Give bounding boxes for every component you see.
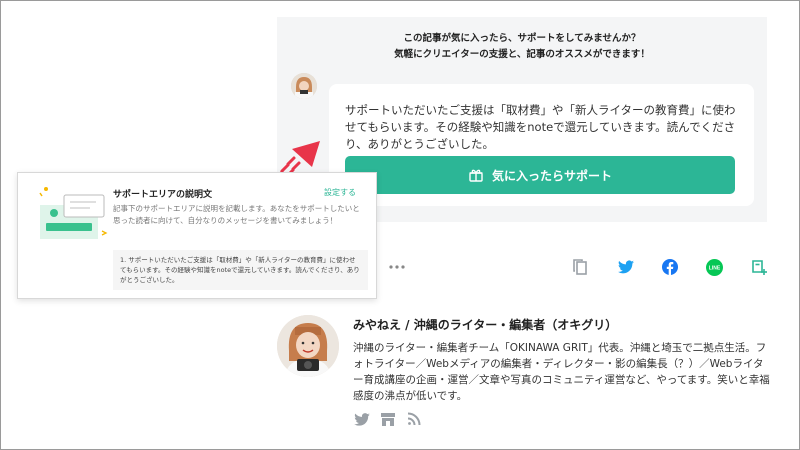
line-icon[interactable]: LINE <box>704 257 724 277</box>
author-mini-avatar[interactable] <box>291 73 317 99</box>
twitter-icon[interactable] <box>353 410 371 428</box>
support-heading-line2: 気軽にクリエイターの支援と、記事のオススメができます！ <box>394 49 650 60</box>
rss-icon[interactable] <box>405 410 423 428</box>
author-name[interactable]: みやねえ / 沖縄のライター・編集者（オキグリ） <box>353 316 617 333</box>
description-setting-link[interactable]: 設定する <box>324 187 356 198</box>
store-icon[interactable] <box>379 410 397 428</box>
description-title: サポートエリアの説明文 <box>113 190 213 200</box>
support-heading: この記事が気に入ったら、サポートをしてみませんか？ 気軽にクリエイターの支援と、… <box>277 31 767 63</box>
author-bio: 沖縄のライター・編集者チーム「OKINAWA GRIT」代表。沖縄と埼玉で二拠点… <box>353 342 770 402</box>
line-icon-label: LINE <box>708 265 720 271</box>
description-illustration <box>39 187 108 239</box>
description-body: 記事下のサポートエリアに説明を記載します。あなたをサポートしたいと思った読者に向… <box>113 204 360 225</box>
support-message: サポートいただいたご支援は「取材費」や「新人ライターの教育費」に使わせてもらいま… <box>345 103 736 151</box>
support-message-card: サポートいただいたご支援は「取材費」や「新人ライターの教育費」に使わせてもらいま… <box>329 84 754 206</box>
share-row: LINE <box>0 257 800 277</box>
add-magazine-icon[interactable] <box>749 257 769 277</box>
twitter-icon[interactable] <box>616 257 636 277</box>
support-button[interactable]: 気に入ったらサポート <box>345 156 735 194</box>
more-icon[interactable] <box>387 257 407 277</box>
support-heading-line1: この記事が気に入ったら、サポートをしてみませんか？ <box>403 33 641 44</box>
author-avatar[interactable] <box>277 315 339 377</box>
copy-link-icon[interactable] <box>570 257 590 277</box>
gift-icon <box>468 167 484 183</box>
support-description-card: サポートエリアの説明文 設定する 記事下のサポートエリアに説明を記載します。あな… <box>17 172 377 299</box>
facebook-icon[interactable] <box>660 257 680 277</box>
support-button-label: 気に入ったらサポート <box>491 168 612 183</box>
